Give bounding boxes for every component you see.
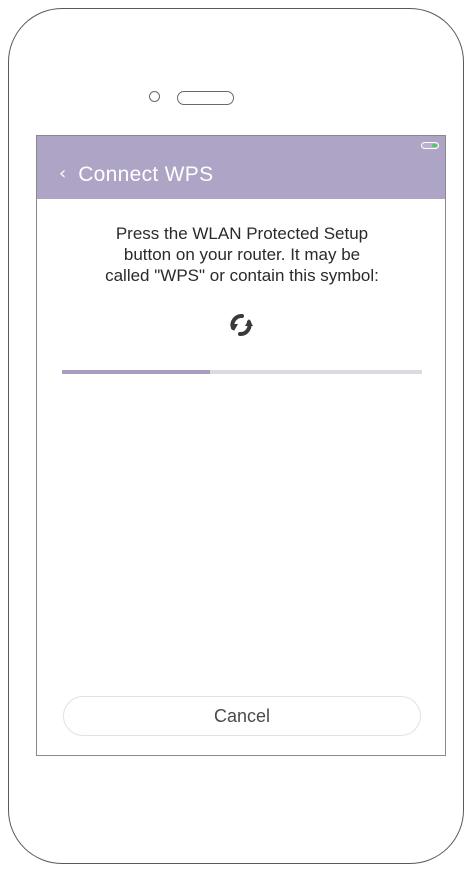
wps-instructions: Press the WLAN Protected Setup button on… xyxy=(105,224,379,285)
wps-icon xyxy=(230,314,253,336)
progress-bar xyxy=(62,370,422,374)
app-header: ‹ Connect WPS xyxy=(37,136,445,199)
page-title: Connect WPS xyxy=(78,163,214,186)
phone-frame: ‹ Connect WPS Press the WLAN Protected S… xyxy=(8,8,464,864)
progress-fill xyxy=(62,370,210,374)
app-screen: ‹ Connect WPS Press the WLAN Protected S… xyxy=(36,135,446,756)
camera-icon xyxy=(149,91,160,102)
chevron-left-icon: ‹ xyxy=(59,163,67,184)
cancel-button[interactable]: Cancel xyxy=(63,696,421,736)
back-button[interactable]: ‹ Connect WPS xyxy=(59,160,213,190)
speaker-grille xyxy=(177,91,234,105)
battery-icon xyxy=(421,142,439,149)
